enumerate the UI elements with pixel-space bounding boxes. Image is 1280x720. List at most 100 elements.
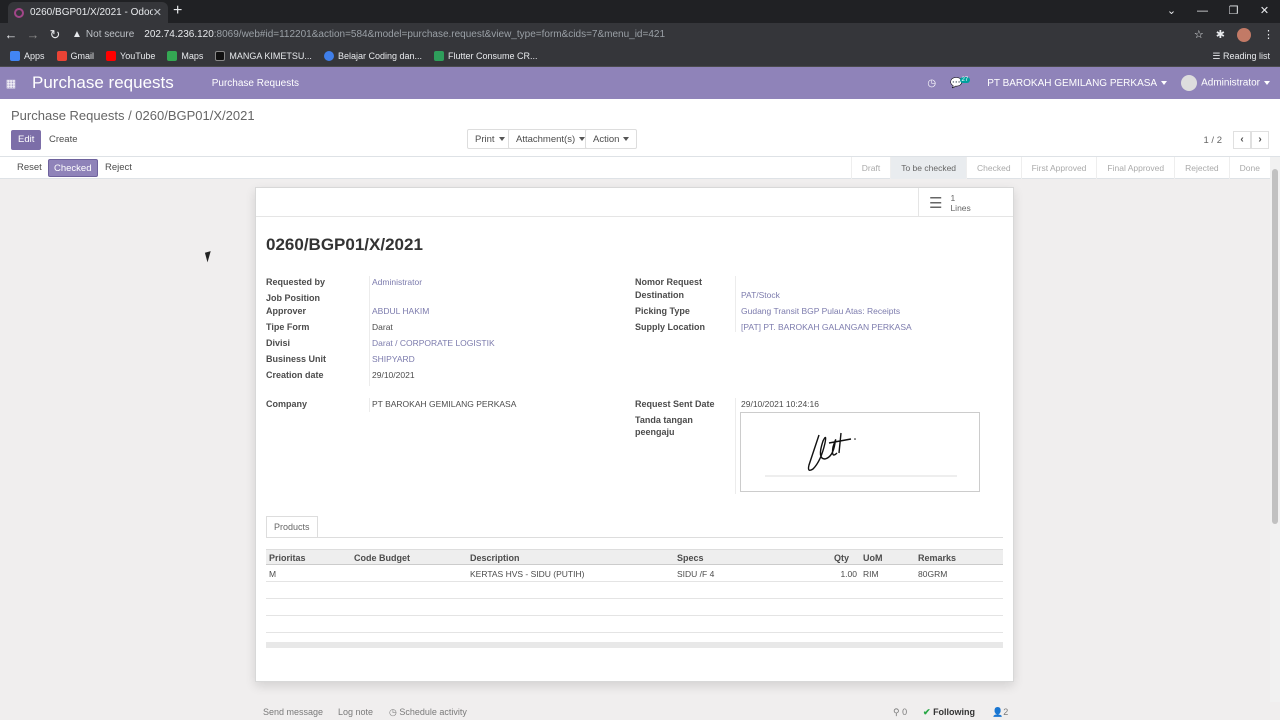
col-specs[interactable]: Specs	[677, 553, 704, 563]
back-icon[interactable]: ←	[0, 27, 22, 42]
col-description[interactable]: Description	[470, 553, 520, 563]
form-sheet: ☰ 1 Lines 0260/BGP01/X/2021 Requested by…	[255, 187, 1014, 682]
close-tab-icon[interactable]: ✕	[153, 6, 162, 19]
table-row[interactable]: M KERTAS HVS - SIDU (PUTIH) SIDU /F 4 1.…	[266, 565, 1003, 582]
odoo-favicon-icon	[14, 7, 24, 18]
user-menu[interactable]: Administrator	[1181, 75, 1270, 91]
tab-products[interactable]: Products	[266, 516, 318, 538]
label-picking-type: Picking Type	[635, 306, 690, 316]
followers-count: 2	[1003, 707, 1009, 717]
address-bar: ← → ↻ ▲ Not secure 202.74.236.120 :8069/…	[0, 23, 1280, 46]
print-dropdown[interactable]: Print	[467, 129, 513, 149]
forward-icon[interactable]: →	[22, 27, 44, 42]
bookmark-maps[interactable]: Maps	[167, 51, 203, 61]
checked-button[interactable]: Checked	[48, 159, 98, 177]
label-peengaju: peengaju	[635, 427, 675, 437]
url-host[interactable]: 202.74.236.120	[144, 29, 214, 40]
tab-title: 0260/BGP01/X/2021 - Odoo	[30, 7, 153, 18]
value-supply-location[interactable]: [PAT] PT. BAROKAH GALANGAN PERKASA	[741, 322, 912, 332]
url-path[interactable]: :8069/web#id=112201&action=584&model=pur…	[214, 29, 665, 40]
label-business-unit: Business Unit	[266, 354, 327, 364]
col-code-budget[interactable]: Code Budget	[354, 553, 410, 563]
bookmark-manga[interactable]: MANGA KIMETSU...	[215, 51, 312, 61]
pager-value[interactable]: 1 / 2	[1204, 135, 1223, 146]
label-job-position: Job Position	[266, 293, 320, 303]
edit-button[interactable]: Edit	[11, 130, 42, 150]
log-note-button[interactable]: Log note	[338, 707, 373, 717]
profile-avatar[interactable]	[1237, 27, 1251, 42]
schedule-activity-button[interactable]: ◷ Schedule activity	[389, 707, 467, 718]
url-field[interactable]: ▲ Not secure 202.74.236.120 :8069/web#id…	[72, 29, 665, 40]
attachments-counter[interactable]: ⚲ 0	[893, 707, 907, 718]
restore-icon[interactable]: ❐	[1218, 0, 1249, 23]
reject-button[interactable]: Reject	[100, 159, 137, 177]
browser-actions: ☆ ✱ ⋮	[1194, 23, 1274, 46]
following-button[interactable]: ✔ Following	[923, 707, 975, 718]
bookmark-youtube[interactable]: YouTube	[106, 51, 155, 61]
create-button[interactable]: Create	[42, 130, 85, 150]
value-tipe-form: Darat	[372, 322, 393, 332]
followers-button[interactable]: 👤2	[992, 707, 1008, 718]
bookmark-label: Gmail	[70, 51, 95, 61]
scrollbar-thumb[interactable]	[1272, 169, 1278, 524]
bookmark-star-icon[interactable]: ☆	[1194, 28, 1204, 41]
window-controls: ⌄ — ❐ ✕	[1156, 0, 1280, 23]
value-approver[interactable]: ABDUL HAKIM	[372, 306, 429, 316]
value-divisi[interactable]: Darat / CORPORATE LOGISTIK	[372, 338, 495, 348]
extensions-icon[interactable]: ✱	[1216, 28, 1225, 41]
print-label: Print	[475, 134, 495, 145]
pager-previous-icon[interactable]: ‹	[1233, 131, 1251, 149]
odoo-navbar: ▦ Purchase requests Purchase Requests ◷ …	[0, 67, 1280, 99]
value-picking-type[interactable]: Gudang Transit BGP Pulau Atas: Receipts	[741, 306, 900, 316]
send-message-button[interactable]: Send message	[263, 707, 323, 717]
bookmark-gmail[interactable]: Gmail	[56, 51, 95, 61]
signature-field[interactable]	[740, 412, 980, 492]
chat-count-badge: 27	[959, 76, 971, 83]
warning-icon[interactable]: ▲	[72, 29, 82, 40]
bookmark-apps[interactable]: Apps	[10, 51, 45, 61]
label-nomor-request: Nomor Request	[635, 277, 703, 287]
attachments-dropdown[interactable]: Attachment(s)	[508, 129, 594, 149]
stage-done: Done	[1228, 157, 1270, 179]
value-destination[interactable]: PAT/Stock	[741, 290, 780, 300]
clock-icon: ◷	[389, 707, 397, 717]
action-label: Action	[593, 134, 620, 145]
col-uom[interactable]: UoM	[863, 553, 883, 563]
action-dropdown[interactable]: Action	[585, 129, 638, 149]
reset-button[interactable]: Reset	[12, 159, 47, 177]
value-requested-by[interactable]: Administrator	[372, 277, 422, 287]
chevron-down-icon	[498, 137, 505, 142]
company-switcher[interactable]: PT BAROKAH GEMILANG PERKASA	[987, 78, 1168, 89]
reload-icon[interactable]: ↻	[44, 27, 66, 43]
col-prioritas[interactable]: Prioritas	[269, 553, 306, 563]
col-remarks[interactable]: Remarks	[918, 553, 956, 563]
breadcrumb[interactable]: Purchase Requests / 0260/BGP01/X/2021	[11, 108, 255, 123]
browser-tab[interactable]: 0260/BGP01/X/2021 - Odoo ✕	[8, 2, 168, 23]
not-secure-label[interactable]: Not secure	[86, 29, 134, 40]
minimize-icon[interactable]: —	[1187, 0, 1218, 23]
field-divider	[369, 276, 370, 386]
col-qty[interactable]: Qty	[834, 553, 849, 563]
new-tab-icon[interactable]: +	[173, 2, 182, 20]
apps-grid-icon[interactable]: ▦	[0, 77, 22, 90]
page-scrollbar[interactable]	[1270, 157, 1280, 702]
menu-purchase-requests[interactable]: Purchase Requests	[212, 78, 299, 89]
reading-list-label: Reading list	[1222, 51, 1270, 61]
lines-smart-button[interactable]: ☰ 1 Lines	[918, 188, 1013, 217]
reading-list[interactable]: ☰ Reading list	[1212, 46, 1270, 66]
discuss-icon[interactable]: 💬27	[950, 76, 973, 89]
close-window-icon[interactable]: ✕	[1249, 0, 1280, 23]
bookmark-flutter[interactable]: Flutter Consume CR...	[434, 51, 538, 61]
value-business-unit[interactable]: SHIPYARD	[372, 354, 415, 364]
app-title[interactable]: Purchase requests	[32, 73, 174, 93]
label-request-sent-date: Request Sent Date	[635, 399, 715, 409]
menu-kebab-icon[interactable]: ⋮	[1263, 28, 1274, 41]
label-tipe-form: Tipe Form	[266, 322, 310, 332]
cell-specs: SIDU /F 4	[677, 569, 715, 579]
label-supply-location: Supply Location	[635, 322, 706, 332]
bookmark-belajar[interactable]: Belajar Coding dan...	[323, 51, 422, 61]
activity-clock-icon[interactable]: ◷	[927, 78, 936, 89]
empty-row	[266, 616, 1003, 633]
pager-next-icon[interactable]: ›	[1251, 131, 1269, 149]
tab-search-icon[interactable]: ⌄	[1156, 0, 1187, 23]
